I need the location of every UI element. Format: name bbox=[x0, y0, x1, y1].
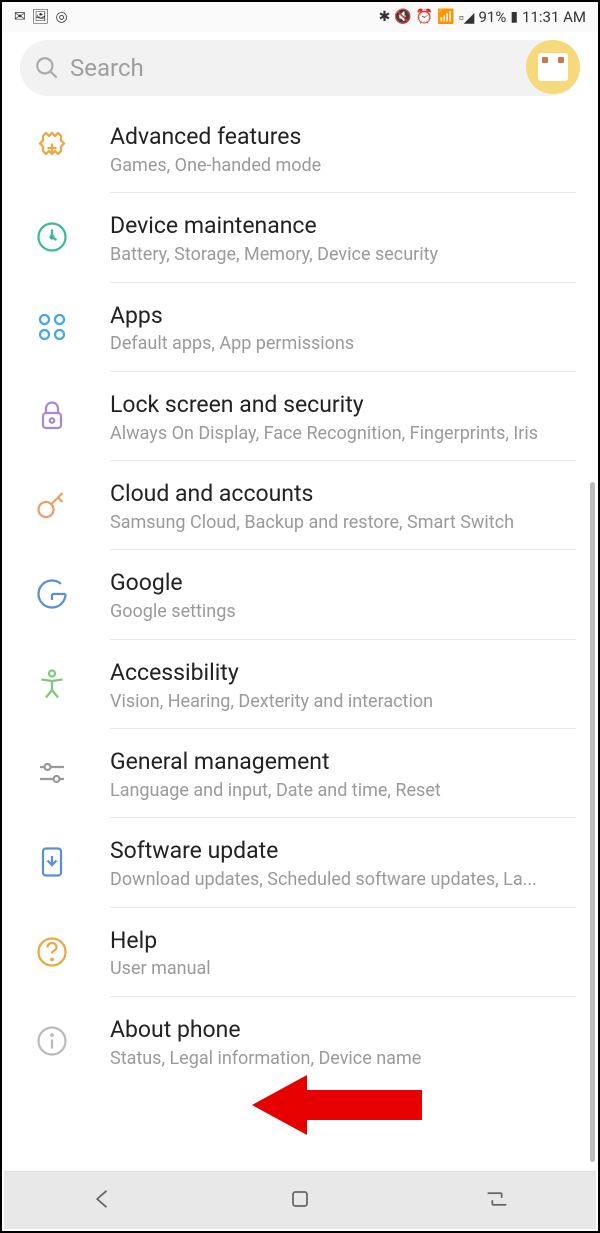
alarm-icon: ⏰ bbox=[416, 9, 433, 25]
setting-title: Accessibility bbox=[110, 658, 576, 688]
setting-item-device-maintenance[interactable]: Device maintenance Battery, Storage, Mem… bbox=[2, 193, 598, 282]
recent-apps-button[interactable] bbox=[483, 1185, 511, 1217]
setting-subtitle: Download updates, Scheduled software upd… bbox=[110, 868, 576, 891]
status-left-icons: ✉ 🖼 ◎ bbox=[14, 9, 68, 25]
accessibility-icon bbox=[30, 662, 74, 706]
setting-title: General management bbox=[110, 747, 576, 777]
search-bar[interactable]: Search 🎤 bbox=[20, 40, 580, 96]
setting-title: Lock screen and security bbox=[110, 390, 576, 420]
setting-title: Help bbox=[110, 926, 576, 956]
setting-subtitle: Vision, Hearing, Dexterity and interacti… bbox=[110, 690, 576, 713]
setting-subtitle: Google settings bbox=[110, 600, 576, 623]
setting-item-google[interactable]: Google Google settings bbox=[2, 550, 598, 639]
setting-item-cloud-accounts[interactable]: Cloud and accounts Samsung Cloud, Backup… bbox=[2, 461, 598, 550]
google-icon bbox=[30, 572, 74, 616]
setting-title: Device maintenance bbox=[110, 211, 576, 241]
setting-item-help[interactable]: Help User manual bbox=[2, 908, 598, 997]
setting-subtitle: Status, Legal information, Device name bbox=[110, 1047, 576, 1070]
signal-icon: ▫◢ bbox=[459, 9, 475, 26]
setting-title: Cloud and accounts bbox=[110, 479, 576, 509]
search-icon bbox=[34, 55, 60, 81]
setting-item-apps[interactable]: Apps Default apps, App permissions bbox=[2, 283, 598, 372]
battery-text: 91% bbox=[478, 8, 506, 26]
setting-subtitle: Samsung Cloud, Backup and restore, Smart… bbox=[110, 511, 576, 534]
setting-item-advanced-features[interactable]: Advanced features Games, One-handed mode bbox=[2, 104, 598, 193]
status-bar: ✉ 🖼 ◎ ✱ 🔇 ⏰ 📶 ▫◢ 91% ▮ 11:31 AM bbox=[2, 2, 598, 32]
status-time: 11:31 AM bbox=[522, 8, 586, 26]
setting-item-about-phone[interactable]: About phone Status, Legal information, D… bbox=[2, 997, 598, 1086]
device-maintenance-icon bbox=[30, 215, 74, 259]
bluetooth-icon: ✱ bbox=[379, 9, 391, 25]
settings-list: Advanced features Games, One-handed mode… bbox=[2, 104, 598, 1173]
setting-subtitle: Language and input, Date and time, Reset bbox=[110, 779, 576, 802]
setting-item-general-management[interactable]: General management Language and input, D… bbox=[2, 729, 598, 818]
setting-subtitle: Games, One-handed mode bbox=[110, 154, 576, 177]
setting-subtitle: Battery, Storage, Memory, Device securit… bbox=[110, 243, 576, 266]
advanced-features-icon bbox=[30, 126, 74, 170]
setting-subtitle: Default apps, App permissions bbox=[110, 332, 576, 355]
setting-title: Advanced features bbox=[110, 122, 576, 152]
setting-title: Google bbox=[110, 568, 576, 598]
instagram-icon: ◎ bbox=[56, 9, 68, 25]
setting-title: About phone bbox=[110, 1015, 576, 1045]
info-icon bbox=[30, 1019, 74, 1063]
mute-icon: 🔇 bbox=[394, 9, 411, 25]
setting-item-lock-screen[interactable]: Lock screen and security Always On Displ… bbox=[2, 372, 598, 461]
setting-subtitle: User manual bbox=[110, 957, 576, 980]
apps-icon bbox=[30, 305, 74, 349]
key-icon bbox=[30, 483, 74, 527]
sliders-icon bbox=[30, 751, 74, 795]
gallery-icon: 🖼 bbox=[32, 9, 50, 25]
back-button[interactable] bbox=[89, 1185, 117, 1217]
setting-title: Apps bbox=[110, 301, 576, 331]
navigation-bar bbox=[4, 1171, 596, 1229]
scrollbar[interactable] bbox=[590, 482, 595, 1162]
mail-icon: ✉ bbox=[14, 9, 26, 25]
update-icon bbox=[30, 840, 74, 884]
help-icon bbox=[30, 930, 74, 974]
setting-item-software-update[interactable]: Software update Download updates, Schedu… bbox=[2, 818, 598, 907]
setting-item-accessibility[interactable]: Accessibility Vision, Hearing, Dexterity… bbox=[2, 640, 598, 729]
setting-subtitle: Always On Display, Face Recognition, Fin… bbox=[110, 422, 576, 445]
setting-title: Software update bbox=[110, 836, 576, 866]
search-input[interactable]: Search bbox=[70, 54, 535, 82]
home-button[interactable] bbox=[286, 1185, 314, 1217]
wifi-icon: 📶 bbox=[437, 9, 454, 25]
battery-icon: ▮ bbox=[510, 9, 518, 25]
profile-avatar[interactable] bbox=[526, 40, 580, 94]
lock-icon bbox=[30, 394, 74, 438]
annotation-arrow-icon bbox=[252, 1075, 422, 1135]
status-right-icons: ✱ 🔇 ⏰ 📶 ▫◢ 91% ▮ 11:31 AM bbox=[379, 8, 586, 26]
